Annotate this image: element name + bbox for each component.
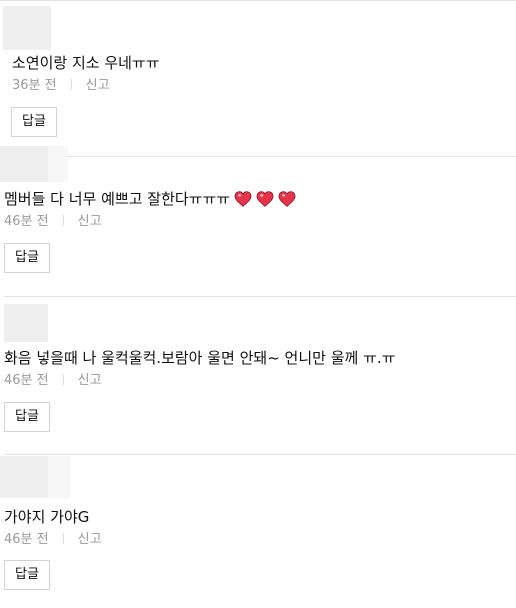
comment-divider xyxy=(4,296,516,297)
comment-divider xyxy=(64,156,516,157)
comment-time: 46분 전 xyxy=(4,373,49,388)
reply-button[interactable]: 답글 xyxy=(4,402,50,432)
comment-time: 36분 전 xyxy=(12,78,57,93)
report-link[interactable]: 신고 xyxy=(78,532,102,547)
comment-text: 가야지 가야G xyxy=(4,508,90,526)
comment-text: 화음 넣을때 나 울컥울컥.보람아 울면 안돼~ 언니만 울께 ㅠ.ㅠ xyxy=(4,349,396,367)
author-nickname-area[interactable] xyxy=(0,146,70,190)
meta-separator xyxy=(70,79,72,90)
report-link[interactable]: 신고 xyxy=(78,214,102,229)
comment-divider xyxy=(4,454,516,455)
author-nickname-area[interactable] xyxy=(0,456,72,500)
comment-meta: 46분 전 신고 xyxy=(4,213,102,231)
comment-meta: 36분 전 신고 xyxy=(12,77,110,95)
reply-button[interactable]: 답글 xyxy=(11,107,57,137)
comment-text-body: 멤버들 다 너무 예쁘고 잘한다ㅠㅠㅠ xyxy=(4,190,231,208)
comment-text: 소연이랑 지소 우네ㅠㅠ xyxy=(12,54,160,72)
report-link[interactable]: 신고 xyxy=(86,78,110,93)
meta-separator xyxy=(62,215,64,226)
heart-emojis xyxy=(230,190,296,208)
report-link[interactable]: 신고 xyxy=(78,373,102,388)
reply-button[interactable]: 답글 xyxy=(4,560,50,590)
author-nickname-area[interactable] xyxy=(4,304,64,348)
comment-time: 46분 전 xyxy=(4,214,49,229)
comment-meta: 46분 전 신고 xyxy=(4,372,102,390)
comment-text: 멤버들 다 너무 예쁘고 잘한다ㅠㅠㅠ xyxy=(4,189,296,209)
reply-button[interactable]: 답글 xyxy=(4,243,50,273)
meta-separator xyxy=(62,533,64,544)
heart-emoji-icon xyxy=(278,191,296,207)
comment-divider xyxy=(0,0,516,1)
heart-emoji-icon xyxy=(256,191,274,207)
author-nickname-area[interactable] xyxy=(3,6,63,50)
meta-separator xyxy=(62,374,64,385)
heart-emoji-icon xyxy=(234,191,252,207)
comment-time: 46분 전 xyxy=(4,532,49,547)
comment-meta: 46분 전 신고 xyxy=(4,531,102,549)
